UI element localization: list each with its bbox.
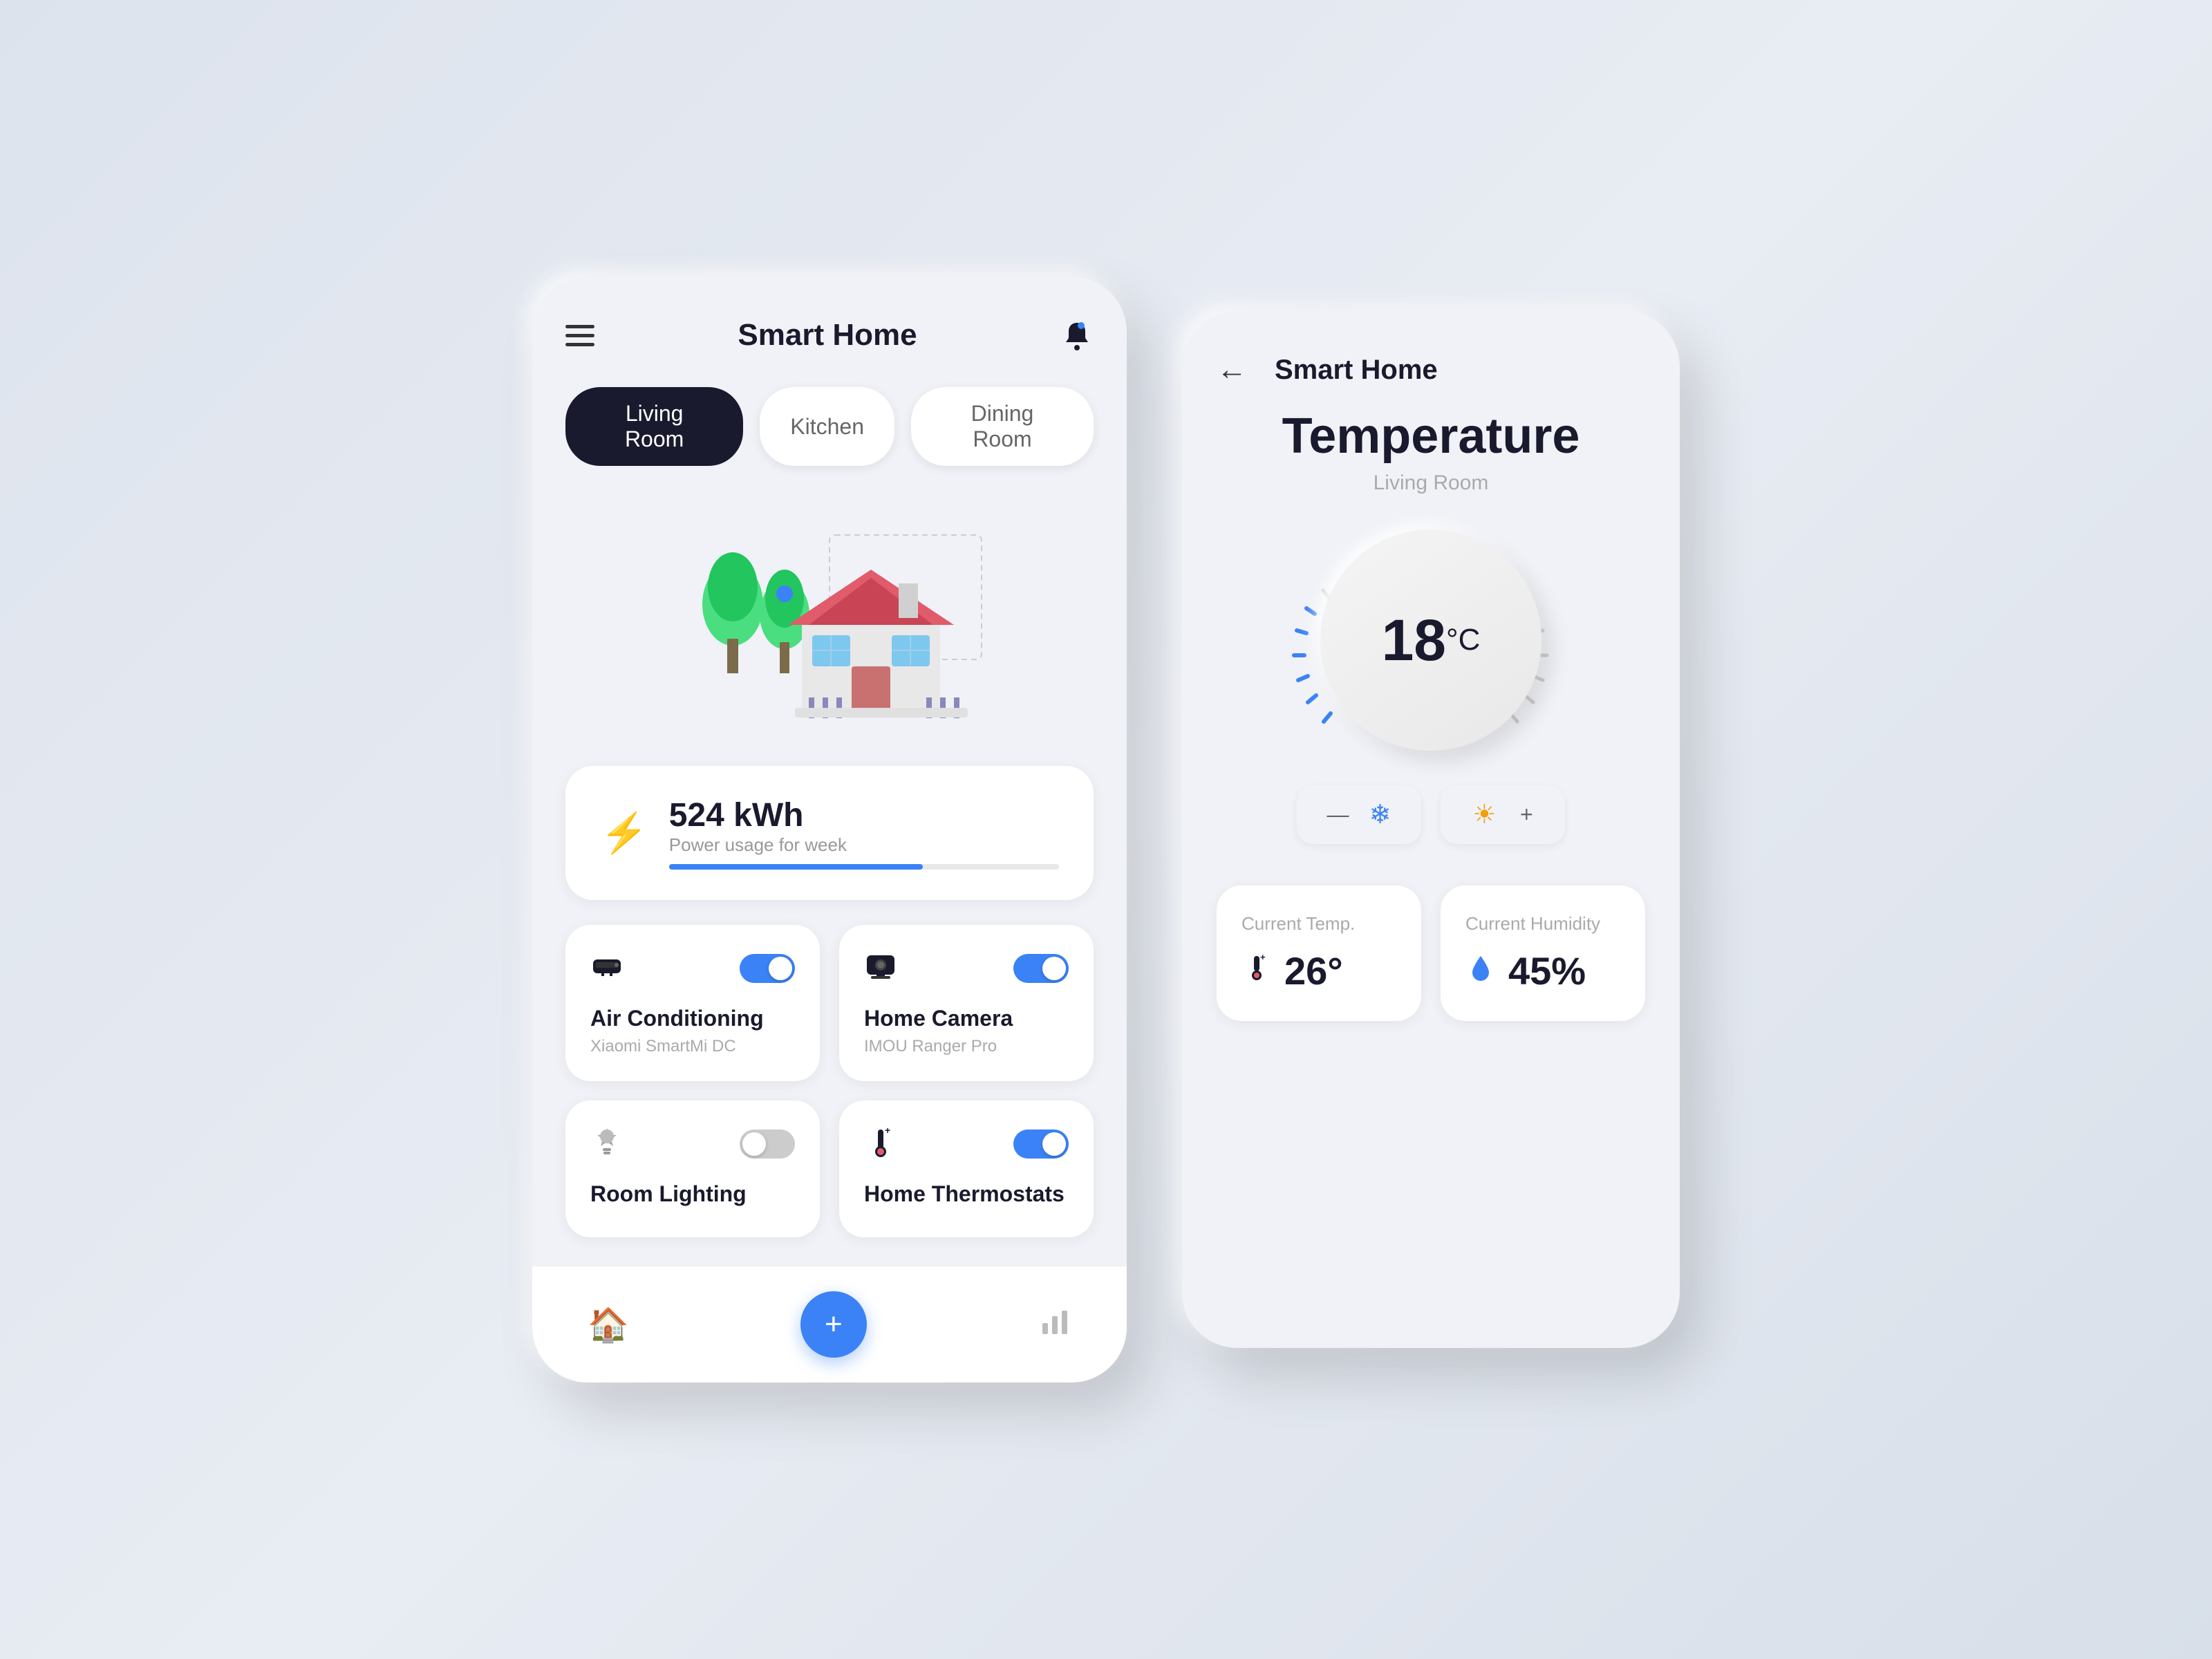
page-title: Temperature — [1217, 408, 1645, 465]
stat-humidity-row: 45% — [1465, 948, 1620, 993]
stats-cards: Current Temp. + 26° Current Humidity — [1217, 885, 1645, 1021]
device-card-ac: Air Conditioning Xiaomi SmartMi DC — [565, 925, 820, 1081]
device-card-lighting-header — [590, 1125, 795, 1162]
lighting-toggle[interactable] — [740, 1130, 795, 1159]
stat-humidity-value: 45% — [1508, 948, 1586, 993]
lighting-name: Room Lighting — [590, 1181, 795, 1207]
dial-temperature: 18 — [1382, 607, 1446, 674]
cool-decrease-button[interactable]: — ❄ — [1297, 785, 1421, 844]
thermostat-toggle[interactable] — [1013, 1130, 1069, 1159]
lightning-icon: ⚡ — [600, 810, 648, 856]
left-header: Smart Home — [565, 318, 1094, 353]
stat-temp-icon: + — [1241, 952, 1272, 990]
device-card-camera-header — [864, 950, 1069, 986]
power-bar-bg — [669, 864, 1059, 870]
device-card-thermostat-header: + — [864, 1125, 1069, 1162]
plus-icon: + — [1520, 802, 1533, 827]
device-card-thermostat: + Home Thermostats — [839, 1100, 1094, 1237]
app-title-left: Smart Home — [738, 318, 917, 353]
tab-kitchen[interactable]: Kitchen — [760, 387, 894, 466]
house-illustration — [565, 500, 1094, 735]
camera-model: IMOU Ranger Pro — [864, 1037, 1069, 1056]
power-value: 524 kWh — [669, 796, 1059, 834]
ac-icon — [590, 950, 624, 986]
temp-header: ← Smart Home — [1217, 353, 1645, 387]
power-card: ⚡ 524 kWh Power usage for week — [565, 766, 1094, 900]
ac-model: Xiaomi SmartMi DC — [590, 1037, 795, 1056]
stat-card-temp: Current Temp. + 26° — [1217, 885, 1421, 1021]
stats-nav-icon[interactable] — [1038, 1304, 1071, 1345]
stat-temp-label: Current Temp. — [1241, 913, 1396, 935]
ac-toggle[interactable] — [740, 954, 795, 983]
stat-temp-value: 26° — [1284, 948, 1343, 993]
bottom-nav: 🏠 + — [532, 1266, 1127, 1382]
minus-icon: — — [1327, 802, 1349, 827]
lighting-icon — [590, 1125, 624, 1162]
screens-container: Smart Home Living Room Kitchen Dining Ro… — [532, 276, 1680, 1382]
stat-humidity-icon — [1465, 952, 1496, 990]
tab-living-room[interactable]: Living Room — [565, 387, 743, 466]
svg-text:+: + — [885, 1125, 890, 1136]
svg-text:+: + — [1260, 952, 1266, 962]
camera-name: Home Camera — [864, 1006, 1069, 1031]
device-card-ac-header — [590, 950, 795, 986]
device-card-camera: Home Camera IMOU Ranger Pro — [839, 925, 1094, 1081]
tab-dining-room[interactable]: Dining Room — [911, 387, 1094, 466]
stat-card-humidity: Current Humidity 45% — [1441, 885, 1645, 1021]
stat-humidity-label: Current Humidity — [1465, 913, 1620, 935]
power-label: Power usage for week — [669, 834, 1059, 856]
device-grid: Air Conditioning Xiaomi SmartMi DC — [565, 925, 1094, 1237]
thermostat-icon: + — [864, 1125, 897, 1162]
stat-temp-row: + 26° — [1241, 948, 1396, 993]
heat-increase-button[interactable]: ☀ + — [1441, 785, 1565, 844]
notification-bell-icon[interactable] — [1060, 319, 1094, 352]
temperature-dial[interactable]: 18 °C — [1217, 529, 1645, 751]
app-title-right: Smart Home — [1275, 355, 1438, 386]
room-tabs: Living Room Kitchen Dining Room — [565, 387, 1094, 466]
camera-icon — [864, 950, 897, 986]
camera-toggle[interactable] — [1013, 954, 1069, 983]
right-phone: ← Smart Home Temperature Living Room — [1182, 311, 1680, 1348]
dial-unit: °C — [1446, 623, 1480, 657]
snowflake-icon: ❄ — [1369, 799, 1391, 830]
page-subtitle: Living Room — [1217, 471, 1645, 495]
device-card-lighting: Room Lighting — [565, 1100, 820, 1237]
sun-icon: ☀ — [1472, 799, 1496, 830]
dial-inner: 18 °C — [1320, 529, 1541, 751]
add-fab-button[interactable]: + — [800, 1291, 867, 1358]
mode-buttons: — ❄ ☀ + — [1217, 785, 1645, 844]
hamburger-icon[interactable] — [565, 325, 594, 346]
left-phone: Smart Home Living Room Kitchen Dining Ro… — [532, 276, 1127, 1382]
back-button[interactable]: ← — [1217, 353, 1247, 387]
ac-name: Air Conditioning — [590, 1006, 795, 1031]
power-bar-fill — [669, 864, 923, 870]
power-info: 524 kWh Power usage for week — [669, 796, 1059, 870]
thermostat-name: Home Thermostats — [864, 1181, 1069, 1207]
home-nav-icon[interactable]: 🏠 — [588, 1305, 629, 1344]
